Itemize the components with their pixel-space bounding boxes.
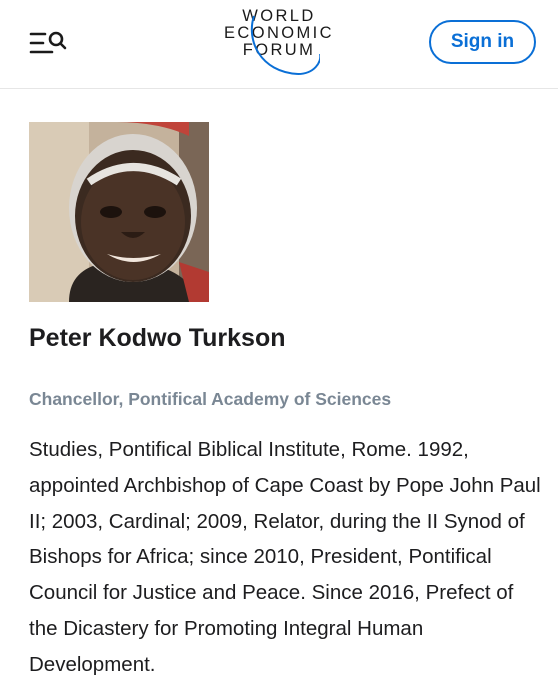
site-header: WORLD ECONOMIC FORUM Sign in: [0, 0, 558, 89]
menu-search-icon: [29, 31, 67, 54]
profile-role: Chancellor, Pontifical Academy of Scienc…: [29, 389, 392, 409]
logo-arc-icon: [250, 15, 320, 75]
profile-photo: [29, 122, 209, 302]
sign-in-button[interactable]: Sign in: [429, 20, 536, 64]
menu-search-button[interactable]: [28, 26, 70, 60]
profile-name: Peter Kodwo Turkson: [29, 324, 286, 352]
wef-logo[interactable]: WORLD ECONOMIC FORUM: [214, 8, 344, 80]
profile-bio: Studies, Pontifical Biblical Institute, …: [29, 438, 541, 676]
